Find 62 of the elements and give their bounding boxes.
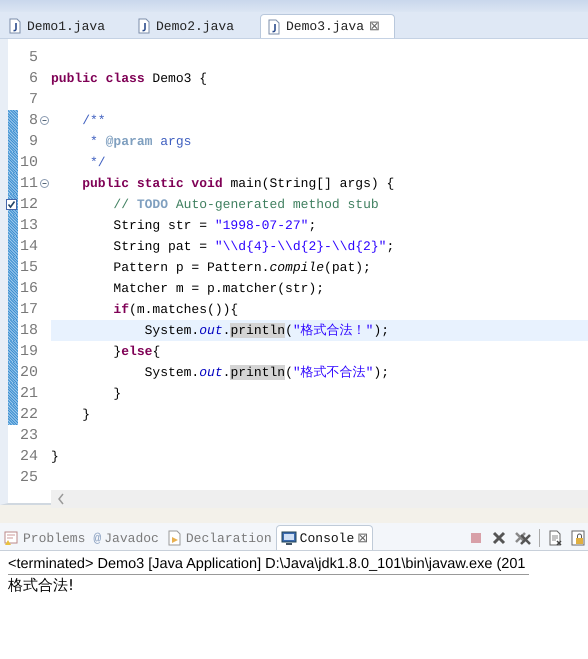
- code-line: if(m.matches()){: [112, 301, 240, 319]
- line-number: 25: [18, 468, 38, 488]
- line-number: 13: [18, 216, 38, 236]
- line-number: 18: [18, 321, 38, 341]
- code-line: public class Demo3 {: [51, 70, 208, 88]
- close-button[interactable]: ⊠: [357, 530, 368, 546]
- java-file-icon: [267, 18, 281, 34]
- remove-launch-icon[interactable]: [491, 530, 507, 546]
- editor-tab[interactable]: Demo2.java: [131, 14, 260, 38]
- collapse-icon[interactable]: [40, 179, 49, 188]
- editor-tab[interactable]: Demo3.java ⊠: [260, 14, 395, 38]
- line-number: 21: [18, 384, 38, 404]
- line-number: 6: [28, 69, 38, 89]
- declaration-icon: [166, 530, 183, 546]
- console-output: 格式合法!: [8, 575, 74, 595]
- code-line: Matcher m = p.matcher(str);: [112, 280, 326, 298]
- line-number: 23: [18, 426, 38, 446]
- line-number: 19: [18, 342, 38, 362]
- code-line: * @param args: [89, 133, 192, 151]
- view-tab[interactable]: Console ⊠: [276, 525, 374, 550]
- code-line: }: [51, 448, 60, 466]
- code-line: }else{: [112, 343, 162, 361]
- line-number: 12: [18, 195, 38, 215]
- java-file-icon: [8, 18, 22, 34]
- code-line: /**: [81, 112, 107, 130]
- code-line: }: [81, 406, 92, 424]
- horizontal-scrollbar[interactable]: [51, 490, 588, 508]
- code-line: // TODO Auto-generated method stub: [112, 196, 380, 214]
- line-number: 20: [18, 363, 38, 383]
- line-number: 11: [18, 174, 38, 194]
- line-number: 24: [18, 447, 38, 467]
- document-icon[interactable]: [547, 530, 563, 546]
- problems-icon: [4, 530, 20, 546]
- console-header: <terminated> Demo3 [Java Application] D:\Java\jdk1.8.0_101\bin\javaw.exe (201: [8, 555, 530, 575]
- code-line: Pattern p = Pattern.compile(pat);: [112, 259, 372, 277]
- java-file-icon: [137, 18, 151, 34]
- view-tab[interactable]: @ Javadoc: [89, 526, 163, 550]
- view-tab[interactable]: Problems: [0, 526, 90, 550]
- code-line: }: [112, 385, 122, 403]
- code-line: */: [89, 154, 107, 172]
- editor-tab[interactable]: Demo1.java: [2, 14, 131, 38]
- code-line: public static void main(String[] args) {: [81, 175, 396, 193]
- lock-icon[interactable]: [570, 530, 586, 546]
- line-number: 8: [28, 111, 38, 131]
- line-number: 22: [18, 405, 38, 425]
- view-tab[interactable]: Declaration: [162, 526, 276, 550]
- line-number: 16: [18, 279, 38, 299]
- monitor-icon: [280, 530, 297, 546]
- code-line: String str = "1998-07-27";: [112, 217, 318, 235]
- line-number: 7: [28, 90, 38, 110]
- at-sign-icon: @: [93, 530, 102, 546]
- remove-all-icon[interactable]: [514, 530, 532, 546]
- line-number: 15: [18, 258, 38, 278]
- line-number: 5: [28, 48, 38, 68]
- code-line: System.out.println("格式不合法");: [144, 364, 390, 382]
- collapse-icon[interactable]: [40, 116, 49, 125]
- line-number: 9: [28, 132, 38, 152]
- line-number: 14: [18, 237, 38, 257]
- close-button[interactable]: ⊠: [369, 19, 380, 34]
- line-number: 10: [18, 153, 38, 173]
- code-line: String pat = "\\d{4}-\\d{2}-\\d{2}";: [112, 238, 396, 256]
- line-number: 17: [18, 300, 38, 320]
